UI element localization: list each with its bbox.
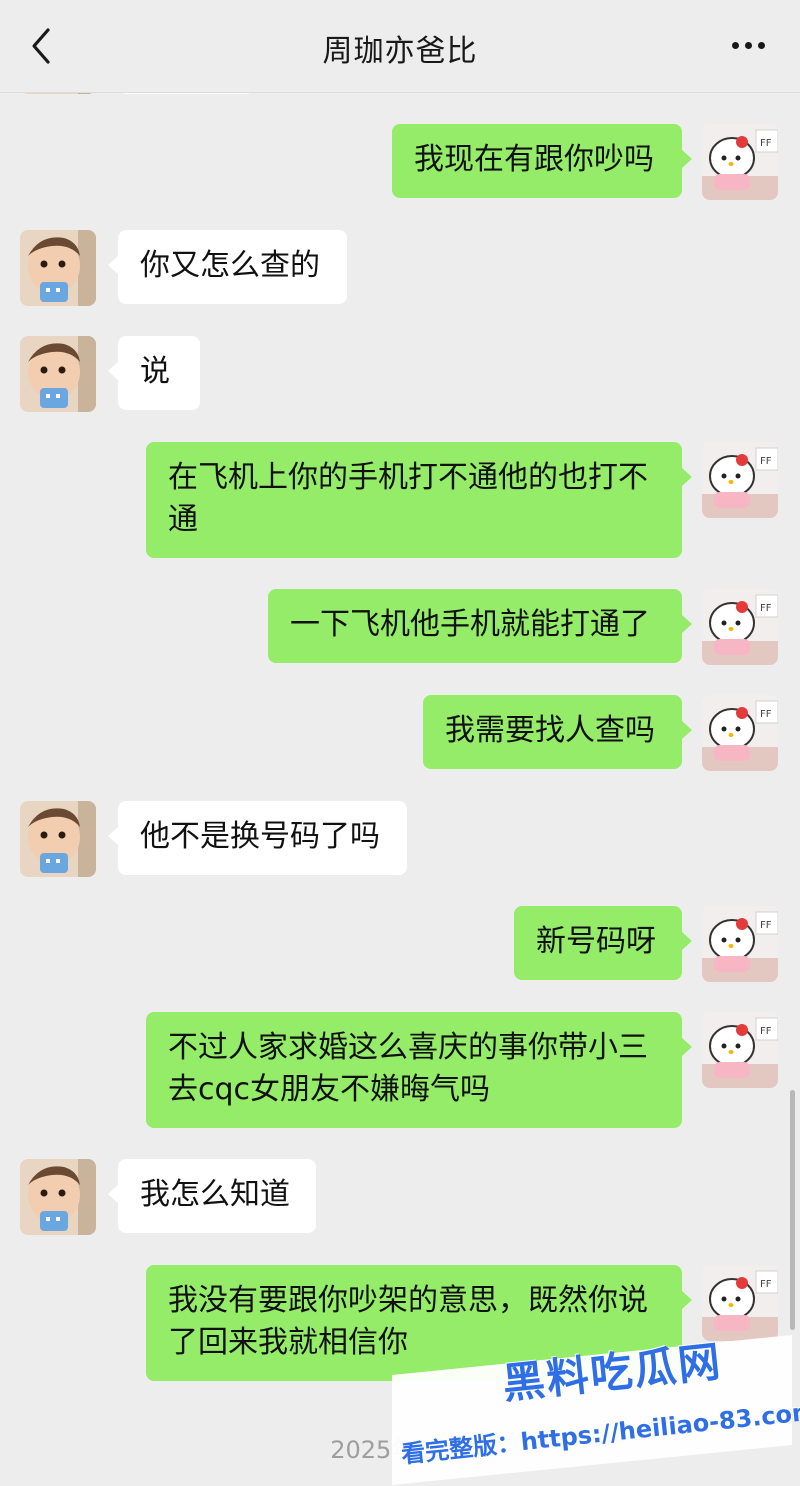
more-dot [745,42,752,49]
message-row: 一下飞机他手机就能打通了 [0,589,800,665]
more-dots-icon [732,42,739,49]
more-dot [758,42,765,49]
message-bubble-out[interactable]: 新号码呀 [514,906,692,980]
message-bubble-out[interactable]: 一下飞机他手机就能打通了 [268,589,692,663]
my-avatar[interactable] [702,695,778,771]
message-bubble-in[interactable]: 他不是换号码了吗 [108,801,407,875]
message-bubble-in[interactable]: 我怎么知道 [108,1159,316,1233]
contact-avatar[interactable] [20,1159,96,1235]
chat-header: 周珈亦爸比 [0,0,800,93]
message-row: 我需要找人查吗 [0,695,800,771]
message-row: 新号码呀 [0,906,800,982]
message-row: 我怎么知道 [0,1159,800,1235]
message-bubble-out[interactable]: 在飞机上你的手机打不通他的也打不通 [146,442,692,558]
message-row: 在飞机上你的手机打不通他的也打不通 [0,442,800,558]
my-avatar[interactable] [702,906,778,982]
message-row: 不过人家求婚这么喜庆的事你带小三去cqc女朋友不嫌晦气吗 [0,1012,800,1128]
scrollbar[interactable] [790,1090,795,1330]
message-row: 你又怎么查的 [0,230,800,306]
message-row: 说 [0,336,800,412]
my-avatar[interactable] [702,1012,778,1088]
message-row: 他不是换号码了吗 [0,801,800,877]
message-row: 我现在有跟你吵吗 [0,124,800,200]
contact-avatar[interactable] [20,230,96,306]
message-bubble-in[interactable]: 说 [108,336,200,410]
my-avatar[interactable] [702,589,778,665]
chat-title: 周珈亦爸比 [322,34,478,69]
message-bubble-out[interactable]: 我需要找人查吗 [423,695,692,769]
message-bubble-in[interactable]: 你又怎么查的 [108,230,347,304]
message-bubble-out[interactable]: 我现在有跟你吵吗 [392,124,692,198]
message-bubble-out[interactable]: 不过人家求婚这么喜庆的事你带小三去cqc女朋友不嫌晦气吗 [146,1012,692,1128]
contact-avatar[interactable] [20,336,96,412]
my-avatar[interactable] [702,442,778,518]
contact-avatar[interactable] [20,801,96,877]
my-avatar[interactable] [702,124,778,200]
more-button[interactable] [726,30,772,60]
watermark: 黑料吃瓜网 看完整版：https://heiliao-83.com [392,1335,800,1485]
